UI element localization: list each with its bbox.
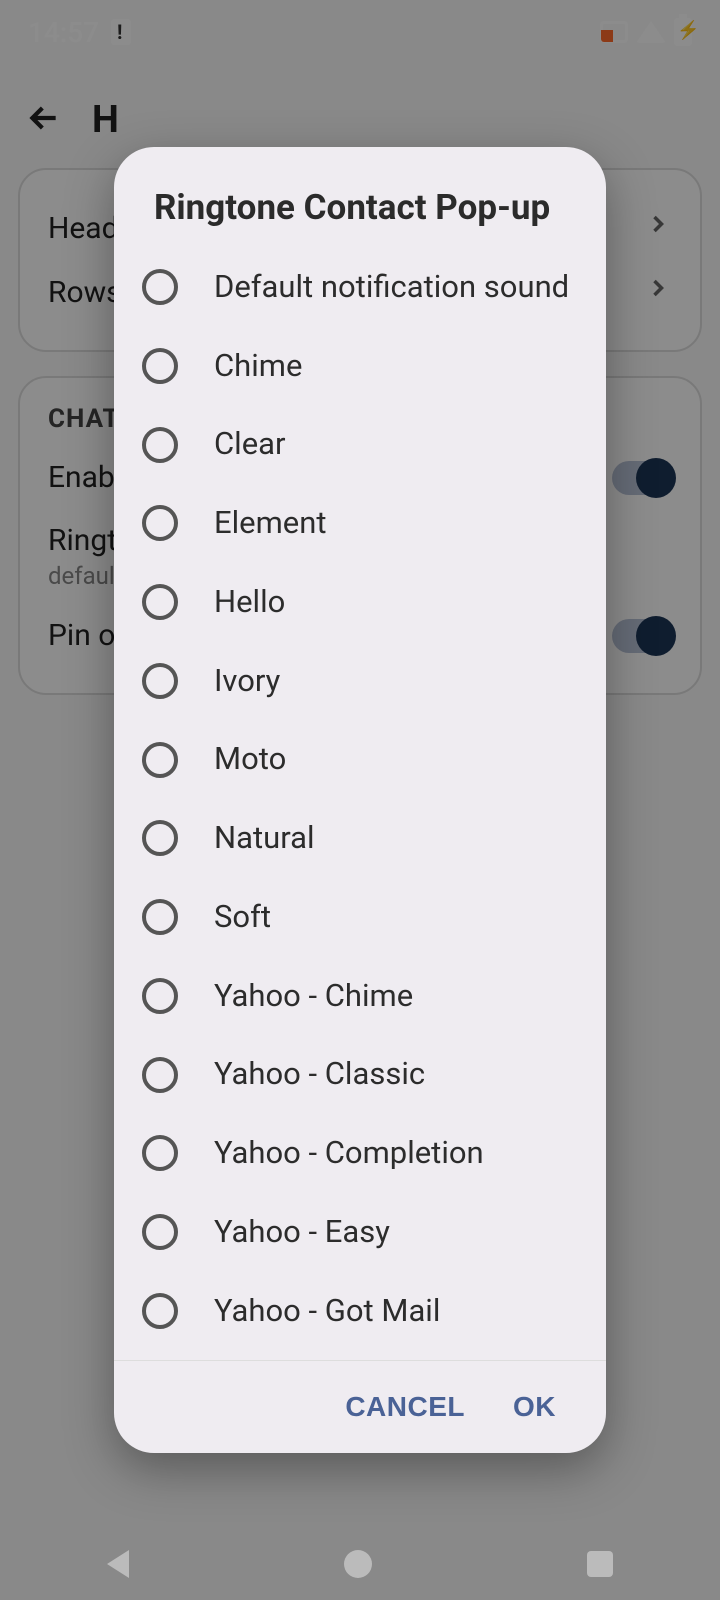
radio-unchecked-icon[interactable] <box>142 348 178 384</box>
modal-overlay[interactable]: Ringtone Contact Pop-up Default notifica… <box>0 0 720 1600</box>
nav-recent-icon[interactable] <box>587 1551 613 1577</box>
radio-unchecked-icon[interactable] <box>142 820 178 856</box>
ringtone-option-label: Yahoo - Completion <box>214 1134 484 1173</box>
ringtone-option[interactable]: Ivory <box>134 642 586 721</box>
ringtone-option-label: Element <box>214 504 326 543</box>
radio-unchecked-icon[interactable] <box>142 899 178 935</box>
ringtone-option[interactable]: Yahoo - Completion <box>134 1114 586 1193</box>
radio-unchecked-icon[interactable] <box>142 584 178 620</box>
radio-unchecked-icon[interactable] <box>142 1057 178 1093</box>
radio-unchecked-icon[interactable] <box>142 1135 178 1171</box>
radio-unchecked-icon[interactable] <box>142 269 178 305</box>
ringtone-option-label: Moto <box>214 740 286 779</box>
ringtone-option[interactable]: Clear <box>134 405 586 484</box>
radio-unchecked-icon[interactable] <box>142 742 178 778</box>
ringtone-option-label: Yahoo - Classic <box>214 1055 425 1094</box>
ringtone-option-label: Natural <box>214 819 315 858</box>
cancel-button[interactable]: CANCEL <box>345 1391 465 1423</box>
ringtone-option[interactable]: Soft <box>134 878 586 957</box>
ringtone-options-list[interactable]: Default notification sound Chime Clear Elem… <box>114 248 606 1361</box>
nav-back-icon[interactable] <box>107 1550 129 1578</box>
ringtone-option[interactable]: Yahoo - Got Mail <box>134 1272 586 1351</box>
ringtone-option-label: Hello <box>214 583 285 622</box>
ringtone-option[interactable]: Natural <box>134 799 586 878</box>
dialog-title: Ringtone Contact Pop-up <box>114 147 606 248</box>
radio-unchecked-icon[interactable] <box>142 1293 178 1329</box>
ringtone-option[interactable]: Default notification sound <box>134 248 586 327</box>
ringtone-option-label: Ivory <box>214 662 280 701</box>
dialog-actions: CANCEL OK <box>114 1360 606 1453</box>
radio-unchecked-icon[interactable] <box>142 505 178 541</box>
ringtone-option-label: Clear <box>214 425 286 464</box>
ringtone-option-label: Chime <box>214 347 302 386</box>
ok-button[interactable]: OK <box>513 1391 556 1423</box>
ringtone-option-label: Soft <box>214 898 271 937</box>
ringtone-option-label: Default notification sound <box>214 268 569 307</box>
ringtone-dialog: Ringtone Contact Pop-up Default notifica… <box>114 147 606 1454</box>
system-navbar <box>0 1528 720 1600</box>
ringtone-option[interactable]: Hello <box>134 563 586 642</box>
radio-unchecked-icon[interactable] <box>142 1214 178 1250</box>
radio-unchecked-icon[interactable] <box>142 663 178 699</box>
ringtone-option-label: Yahoo - Easy <box>214 1213 390 1252</box>
ringtone-option[interactable]: Yahoo - Chime <box>134 957 586 1036</box>
ringtone-option[interactable]: Moto <box>134 720 586 799</box>
nav-home-icon[interactable] <box>344 1550 372 1578</box>
ringtone-option[interactable]: Chime <box>134 327 586 406</box>
radio-unchecked-icon[interactable] <box>142 427 178 463</box>
radio-unchecked-icon[interactable] <box>142 978 178 1014</box>
ringtone-option-label: Yahoo - Got Mail <box>214 1292 440 1331</box>
ringtone-option[interactable]: Element <box>134 484 586 563</box>
ringtone-option-label: Yahoo - Chime <box>214 977 413 1016</box>
ringtone-option[interactable]: Yahoo - Classic <box>134 1035 586 1114</box>
ringtone-option[interactable]: Yahoo - Easy <box>134 1193 586 1272</box>
